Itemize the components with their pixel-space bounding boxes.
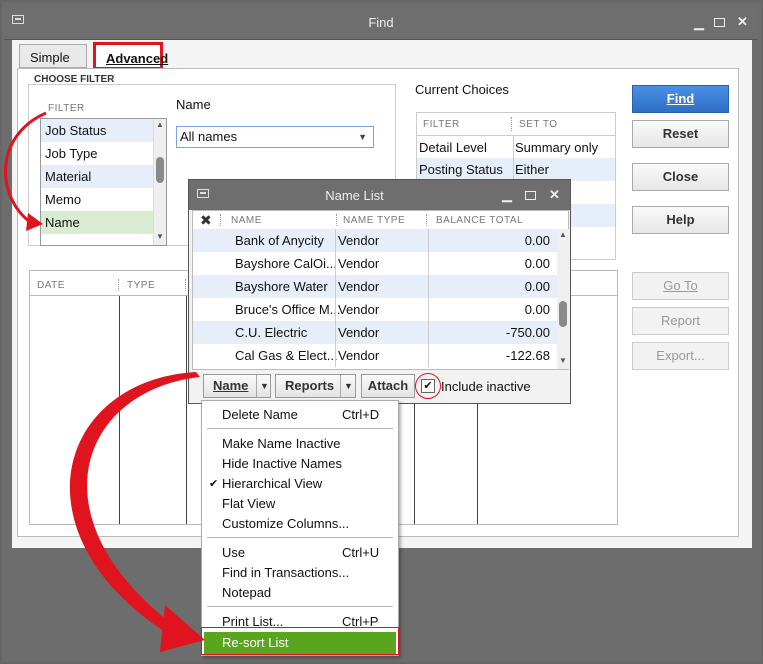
red-arrow-filter — [3, 111, 47, 224]
annotation-arrows — [3, 111, 205, 652]
red-arrowhead-menu — [160, 605, 205, 652]
red-arrow-menu — [69, 372, 200, 640]
red-arrowhead-filter — [26, 213, 43, 231]
